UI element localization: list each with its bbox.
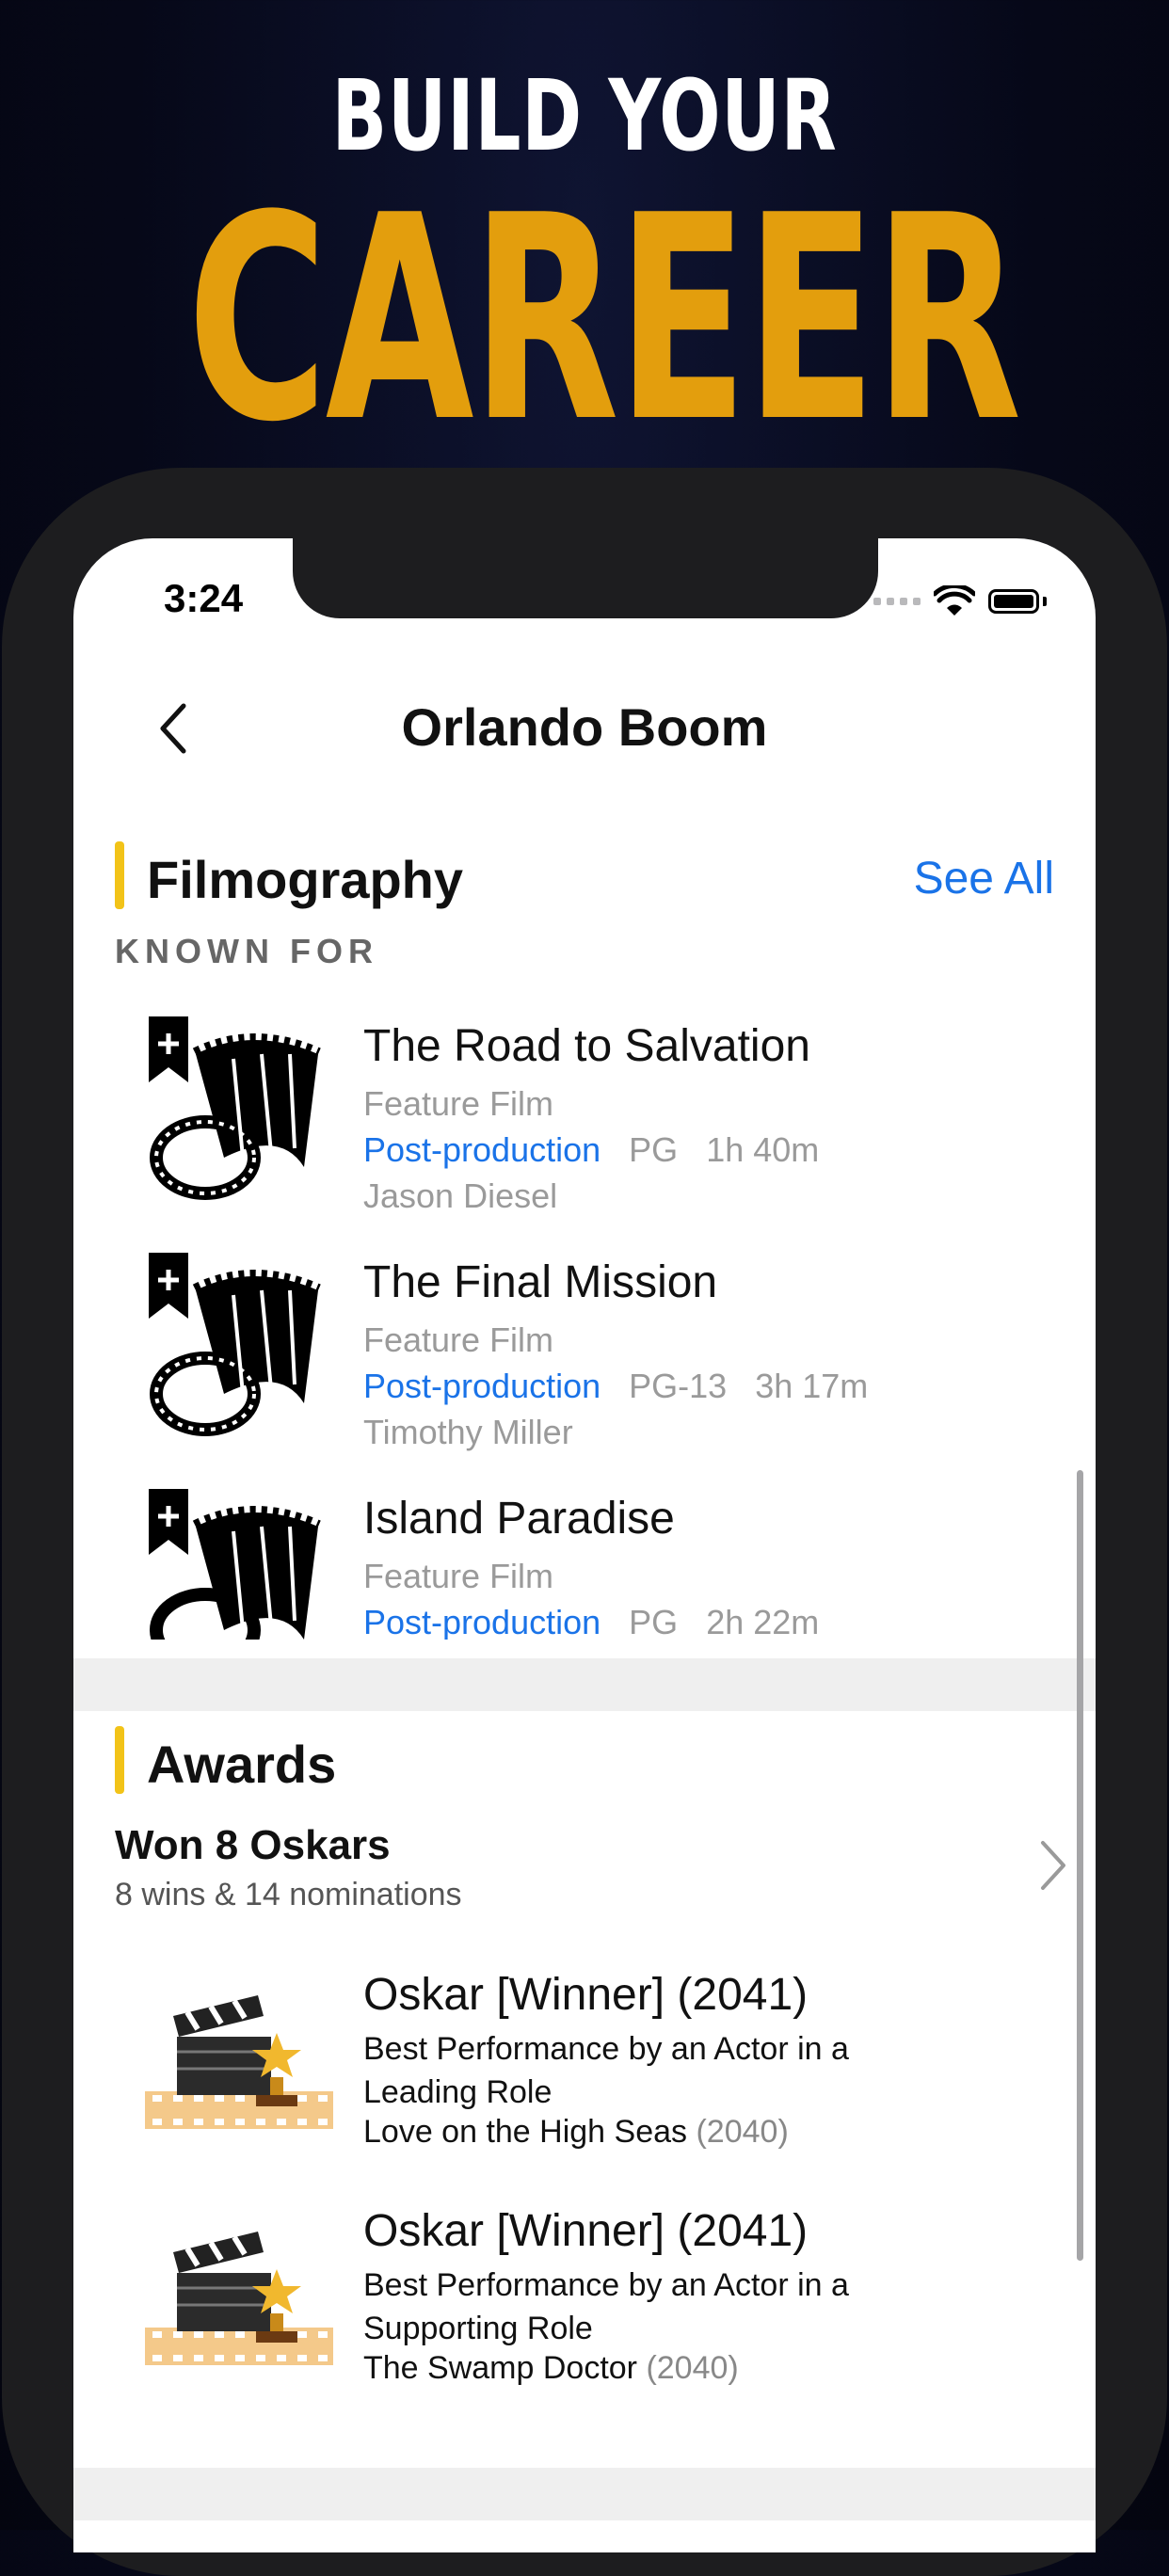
award-film: Love on the High Seas (2040) xyxy=(363,2114,789,2151)
film-director: Jason Diesel xyxy=(363,1176,558,1215)
film-rating: PG xyxy=(629,1130,679,1169)
award-film: The Swamp Doctor (2040) xyxy=(363,2350,739,2387)
awards-summary-title[interactable]: Won 8 Oskars xyxy=(115,1822,391,1869)
page-title: Orlando Boom xyxy=(401,697,768,757)
phone-notch xyxy=(293,538,878,618)
film-rating: PG xyxy=(629,1603,679,1640)
award-film-year: (2040) xyxy=(646,2350,739,2386)
film-meta: Post-production PG-13 3h 17m xyxy=(363,1367,868,1406)
status-time: 3:24 xyxy=(164,576,244,620)
film-title: The Final Mission xyxy=(363,1257,718,1307)
film-reel-icon xyxy=(149,1253,321,1436)
clapperboard-trophy-icon xyxy=(145,1995,333,2129)
phone-screen: 3:24 Orlando Boom Filmography See All KN… xyxy=(73,538,1096,2552)
hero-headline-line2: CAREER xyxy=(186,155,1022,484)
film-type: Feature Film xyxy=(363,1084,554,1123)
film-list-item[interactable]: Island Paradise Feature Film Post-produc… xyxy=(73,1489,1096,1640)
battery-icon xyxy=(988,589,1039,614)
known-for-label: KNOWN FOR xyxy=(115,932,378,970)
film-meta: Post-production PG 1h 40m xyxy=(363,1130,819,1170)
filmography-title: Filmography xyxy=(147,850,464,909)
film-title: Island Paradise xyxy=(363,1494,675,1544)
film-status: Post-production xyxy=(363,1367,601,1405)
section-divider xyxy=(73,2468,1096,2520)
nav-bar: Orlando Boom xyxy=(73,689,1096,764)
film-meta: Post-production PG 2h 22m xyxy=(363,1603,819,1640)
film-type: Feature Film xyxy=(363,1557,554,1595)
film-duration: 3h 17m xyxy=(755,1367,869,1405)
awards-section-marker xyxy=(115,1726,124,1794)
film-status: Post-production xyxy=(363,1130,601,1169)
film-type: Feature Film xyxy=(363,1320,554,1359)
film-title: The Road to Salvation xyxy=(363,1021,810,1071)
film-list-item[interactable]: The Road to Salvation Feature Film Post-… xyxy=(73,1016,1096,1233)
award-list-item[interactable]: Oskar [Winner] (2041) Best Performance b… xyxy=(73,1969,1096,2195)
filmography-section-marker xyxy=(115,841,124,909)
award-title: Oskar [Winner] (2041) xyxy=(363,2206,809,2256)
award-title: Oskar [Winner] (2041) xyxy=(363,1970,809,2020)
signal-icon xyxy=(873,598,921,605)
film-rating: PG-13 xyxy=(629,1367,728,1405)
award-list-item[interactable]: Oskar [Winner] (2041) Best Performance b… xyxy=(73,2205,1096,2431)
film-list-item[interactable]: The Final Mission Feature Film Post-prod… xyxy=(73,1253,1096,1469)
section-divider xyxy=(73,1658,1096,1711)
chevron-right-icon[interactable] xyxy=(1035,1837,1073,1894)
status-icons xyxy=(873,585,1047,617)
clapperboard-trophy-icon xyxy=(145,2232,333,2365)
wifi-icon xyxy=(934,585,975,616)
film-status: Post-production xyxy=(363,1603,601,1640)
film-duration: 2h 22m xyxy=(706,1603,820,1640)
film-reel-icon xyxy=(149,1016,321,1200)
battery-tip xyxy=(1043,597,1047,606)
awards-title: Awards xyxy=(147,1735,337,1794)
awards-summary-subtitle: 8 wins & 14 nominations xyxy=(115,1877,462,1912)
scrollbar[interactable] xyxy=(1077,1470,1083,2261)
award-film-year: (2040) xyxy=(696,2114,789,2150)
award-film-title: The Swamp Doctor xyxy=(363,2350,637,2386)
award-film-title: Love on the High Seas xyxy=(363,2114,688,2150)
film-duration: 1h 40m xyxy=(706,1130,820,1169)
film-reel-icon xyxy=(149,1489,321,1640)
award-category: Best Performance by an Actor in a Suppor… xyxy=(363,2267,849,2346)
film-director: Timothy Miller xyxy=(363,1413,573,1451)
award-category: Best Performance by an Actor in a Leadin… xyxy=(363,2031,849,2110)
see-all-link[interactable]: See All xyxy=(914,853,1054,904)
